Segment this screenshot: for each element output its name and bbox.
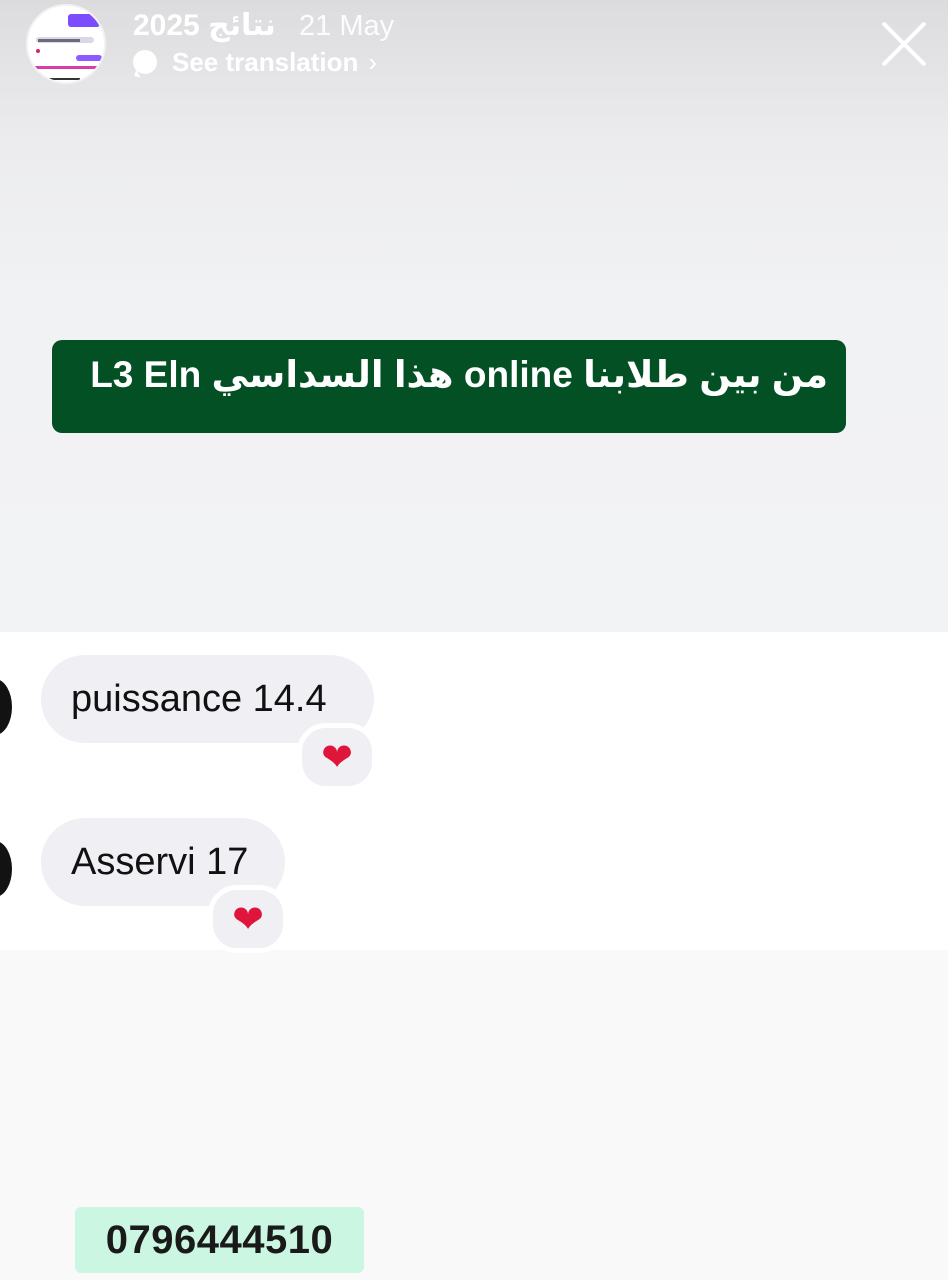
reaction-badge: ❤	[208, 885, 288, 953]
profile-avatar[interactable]	[26, 4, 106, 84]
phone-number: 0796444510	[105, 1218, 334, 1262]
reaction-badge: ❤	[297, 723, 377, 791]
story-title[interactable]: نتائج 2025	[133, 6, 276, 46]
see-translation-button[interactable]: See translation ›	[133, 44, 377, 80]
story-date: 21 May	[299, 10, 395, 42]
close-icon[interactable]	[878, 18, 930, 70]
red-heart-icon: ❤	[232, 897, 264, 941]
story-background	[0, 0, 948, 632]
see-translation-label: See translation	[172, 46, 359, 77]
story-text-banner: من بين طلابنا online هذا السداسي L3 Eln	[52, 340, 846, 433]
banner-text: من بين طلابنا online هذا السداسي L3 Eln	[90, 354, 828, 395]
red-heart-icon: ❤	[321, 735, 353, 779]
chevron-right-icon: ›	[368, 46, 378, 77]
phone-number-box: 0796444510	[75, 1207, 364, 1273]
speech-bubble-icon	[133, 50, 157, 74]
